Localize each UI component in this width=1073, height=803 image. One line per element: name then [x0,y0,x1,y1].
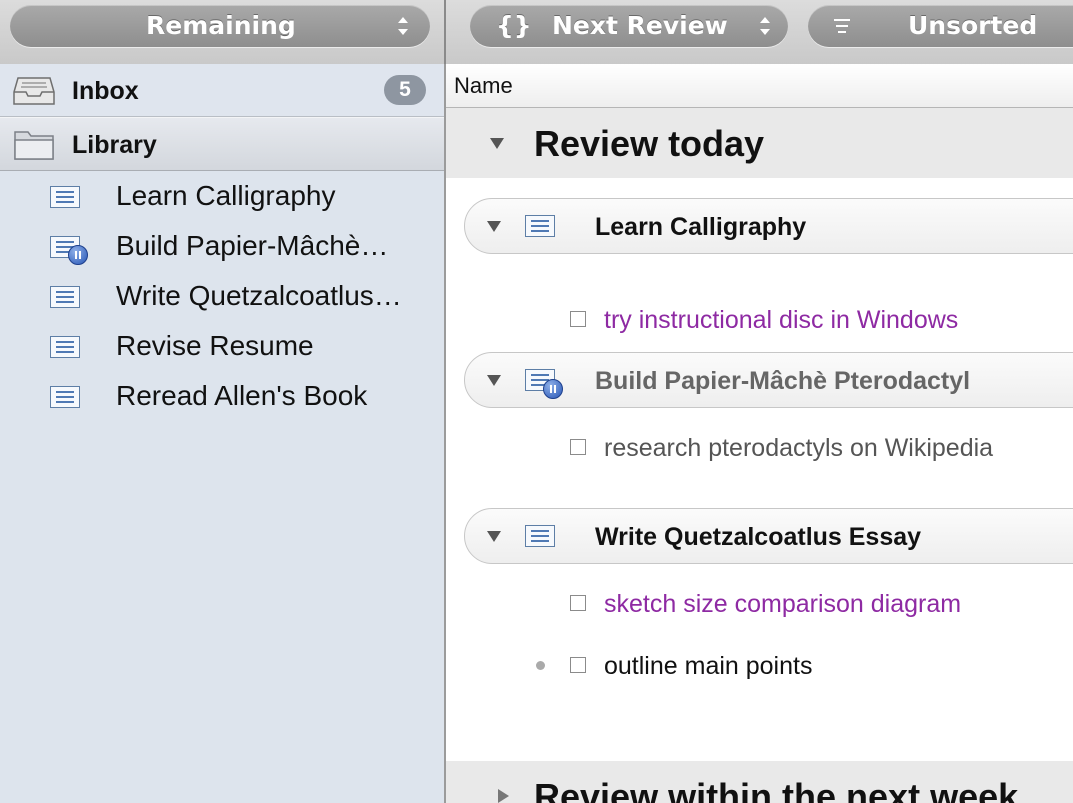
sidebar-item-library[interactable]: Library [0,117,444,171]
project-row-build-papier-mache[interactable]: Build Papier-Mâchè Pterodactyl [464,352,1073,408]
inbox-count-badge: 5 [384,75,426,105]
sidebar-item-build-papier-mache[interactable]: Build Papier-Mâchè… [0,220,444,272]
project-list-icon [50,386,80,408]
menu-lines-icon [834,19,850,33]
remaining-filter-label: Remaining [146,11,296,40]
project-list-icon [50,336,80,358]
project-list-icon [525,215,555,237]
outline-view: Name Review today Learn Calligraphy try … [446,64,1073,803]
bullet-dot-icon [536,661,545,670]
inbox-tray-icon [13,77,55,105]
checkbox-icon[interactable] [570,595,586,611]
column-header-label: Name [454,73,513,98]
sort-arrows-icon [398,17,408,35]
task-row[interactable]: research pterodactyls on Wikipedia [570,428,1073,468]
sidebar-item-write-quetzalcoatlus[interactable]: Write Quetzalcoatlus… [0,270,444,322]
project-list-icon [525,525,555,547]
sidebar-item-reread-allens-book[interactable]: Reread Allen's Book [0,370,444,422]
disclosure-triangle-icon[interactable] [498,789,509,803]
task-row[interactable]: outline main points [536,646,1073,686]
project-row-write-quetzalcoatlus[interactable]: Write Quetzalcoatlus Essay [464,508,1073,564]
sidebar-item-inbox[interactable]: Inbox 5 [0,64,444,117]
disclosure-triangle-icon[interactable] [487,221,501,232]
sidebar: Inbox 5 Library Learn Calligraphy Build … [0,64,444,803]
disclosure-triangle-icon[interactable] [487,531,501,542]
folder-icon [14,131,54,160]
remaining-filter-popup[interactable]: Remaining [10,5,430,47]
task-row[interactable]: sketch size comparison diagram [570,584,1073,624]
group-review-today[interactable]: Review today [446,108,1073,178]
task-text[interactable]: outline main points [604,652,812,681]
sidebar-item-learn-calligraphy[interactable]: Learn Calligraphy [0,170,444,222]
sidebar-item-label: Reread Allen's Book [116,380,368,411]
pause-badge-icon [68,245,88,265]
checkbox-icon[interactable] [570,657,586,673]
group-by-popup[interactable]: {} Next Review [470,5,788,47]
sidebar-item-label: Revise Resume [116,330,314,361]
toolbar-divider [444,0,446,64]
group-title: Review within the next week [534,776,1019,803]
sort-arrows-icon [760,17,770,35]
group-title: Review today [534,123,765,164]
sidebar-item-label: Library [72,131,157,159]
project-list-icon [50,186,80,208]
group-by-label: Next Review [552,11,728,40]
checkbox-icon[interactable] [570,439,586,455]
disclosure-triangle-icon[interactable] [487,375,501,386]
name-column-header[interactable]: Name [446,64,1073,108]
project-name: Build Papier-Mâchè Pterodactyl [595,367,971,395]
project-name: Learn Calligraphy [595,213,807,241]
sidebar-item-label: Learn Calligraphy [116,180,336,211]
project-name: Write Quetzalcoatlus Essay [595,523,922,551]
sort-popup[interactable]: Unsorted [808,5,1073,47]
sort-label: Unsorted [908,11,1038,40]
checkbox-icon[interactable] [570,311,586,327]
task-text[interactable]: sketch size comparison diagram [604,590,961,619]
toolbar: Remaining {} Next Review Unsorted [0,0,1073,64]
task-row[interactable]: try instructional disc in Windows [570,300,1073,340]
project-list-icon [50,286,80,308]
pause-badge-icon [543,379,563,399]
sidebar-item-revise-resume[interactable]: Revise Resume [0,320,444,372]
task-text[interactable]: try instructional disc in Windows [604,306,958,335]
group-review-next-week[interactable]: Review within the next week [446,761,1073,803]
task-text[interactable]: research pterodactyls on Wikipedia [604,434,993,463]
sidebar-item-label: Write Quetzalcoatlus… [116,280,402,311]
disclosure-triangle-icon[interactable] [490,138,504,149]
sidebar-item-label: Build Papier-Mâchè… [116,230,389,261]
group-braces-icon: {} [496,11,532,40]
sidebar-item-label: Inbox [72,77,139,105]
project-row-learn-calligraphy[interactable]: Learn Calligraphy [464,198,1073,254]
